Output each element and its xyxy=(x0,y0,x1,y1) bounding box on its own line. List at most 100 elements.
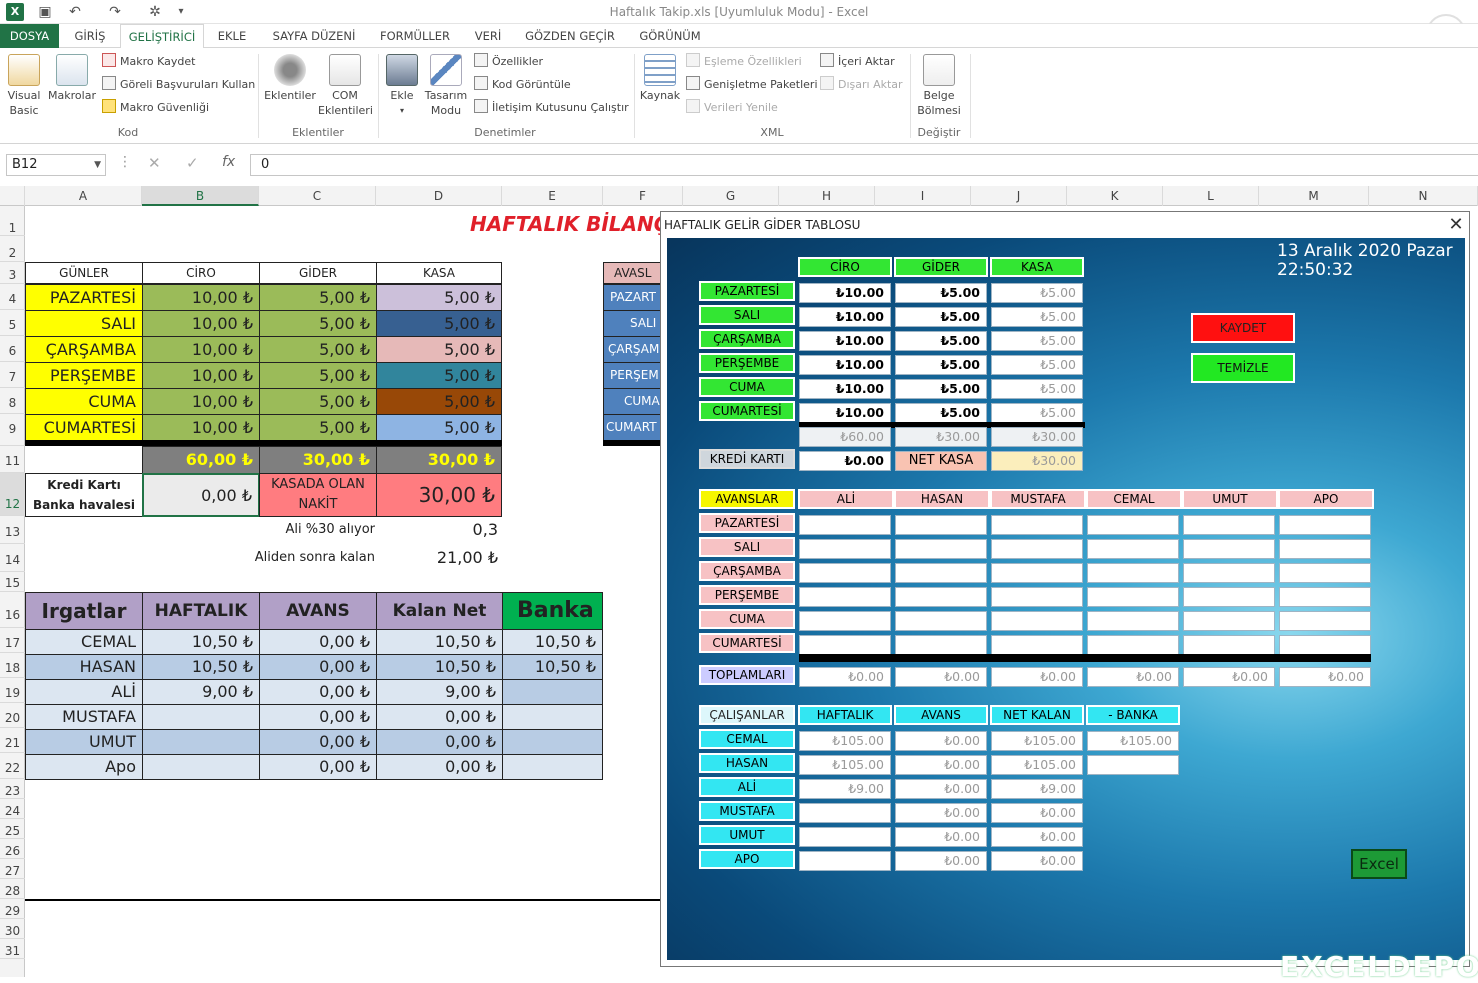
gider-cell[interactable]: 5,00 ₺ xyxy=(259,388,377,415)
kasa-output[interactable]: ₺5.00 xyxy=(991,403,1083,423)
worker-haftalik-output[interactable] xyxy=(799,827,891,847)
avans-input[interactable] xyxy=(1279,539,1371,559)
avans-total-output[interactable]: ₺0.00 xyxy=(895,667,987,687)
row-header[interactable]: 21 xyxy=(0,728,25,753)
worker-name-cell[interactable]: CEMAL xyxy=(25,629,143,655)
row-header[interactable]: 16 xyxy=(0,592,25,628)
formula-input[interactable]: 0 xyxy=(250,154,1478,176)
avans-input[interactable] xyxy=(991,635,1083,655)
row-header[interactable]: 23 xyxy=(0,779,25,799)
kasa-output[interactable]: ₺5.00 xyxy=(991,355,1083,375)
kaydet-button[interactable]: KAYDET xyxy=(1191,313,1295,343)
excel-button[interactable]: Excel xyxy=(1351,849,1407,879)
workers-header-kalan[interactable]: Kalan Net xyxy=(376,592,503,630)
avans-day-cell[interactable]: PERŞEM xyxy=(603,362,663,389)
avans-input[interactable] xyxy=(799,635,891,655)
header-gunler[interactable]: GÜNLER xyxy=(25,262,143,284)
ciro-cell[interactable]: 10,00 ₺ xyxy=(142,414,260,441)
avans-input[interactable] xyxy=(991,539,1083,559)
visual-basic-button[interactable]: Visual Basic xyxy=(2,50,46,118)
ali-rate-label[interactable]: Ali %30 alıyor xyxy=(259,522,375,537)
ciro-input[interactable]: ₺10.00 xyxy=(799,355,891,375)
name-box-dropdown-icon[interactable]: ▼ xyxy=(94,155,101,175)
tab-giris[interactable]: GİRİŞ xyxy=(66,24,114,48)
gider-input[interactable]: ₺5.00 xyxy=(895,379,987,399)
row-header[interactable]: 11 xyxy=(0,446,25,473)
insert-control-button[interactable]: Ekle ▾ xyxy=(382,50,422,118)
row-header[interactable]: 24 xyxy=(0,799,25,819)
worker-name-cell[interactable]: Apo xyxy=(25,754,143,780)
kasa-output[interactable]: ₺5.00 xyxy=(991,331,1083,351)
gider-cell[interactable]: 5,00 ₺ xyxy=(259,336,377,363)
after-ali-value[interactable]: 21,00 ₺ xyxy=(376,548,498,567)
avans-input[interactable] xyxy=(895,515,987,535)
worker-avans-output[interactable]: ₺0.00 xyxy=(895,827,987,847)
row-header[interactable]: 1 xyxy=(0,206,25,236)
tab-sayfa-duzeni[interactable]: SAYFA DÜZENİ xyxy=(266,24,362,48)
avans-input[interactable] xyxy=(1279,635,1371,655)
row-header[interactable]: 2 xyxy=(0,236,25,262)
header-kasa[interactable]: KASA xyxy=(376,262,502,284)
worker-avans-cell[interactable]: 0,00 ₺ xyxy=(259,704,377,730)
worker-haftalik-cell[interactable]: 10,50 ₺ xyxy=(142,654,260,680)
worker-avans-output[interactable]: ₺0.00 xyxy=(895,803,987,823)
gider-input[interactable]: ₺5.00 xyxy=(895,331,987,351)
total-ciro-cell[interactable]: 60,00 ₺ xyxy=(142,446,260,474)
avans-input[interactable] xyxy=(799,563,891,583)
column-header[interactable]: M xyxy=(1259,186,1369,206)
row-header[interactable]: 20 xyxy=(0,703,25,728)
avans-input[interactable] xyxy=(799,587,891,607)
avans-input[interactable] xyxy=(1279,611,1371,631)
avans-total-output[interactable]: ₺0.00 xyxy=(1087,667,1179,687)
worker-kalan-cell[interactable]: 9,00 ₺ xyxy=(376,679,503,705)
gider-cell[interactable]: 5,00 ₺ xyxy=(259,284,377,311)
worker-net-output[interactable]: ₺0.00 xyxy=(991,827,1083,847)
avans-input[interactable] xyxy=(1279,563,1371,583)
export-button[interactable]: Dışarı Aktar xyxy=(820,75,903,95)
worker-banka-cell[interactable] xyxy=(502,679,603,705)
ciro-cell[interactable]: 10,00 ₺ xyxy=(142,284,260,311)
worker-banka-cell[interactable] xyxy=(502,704,603,730)
column-header[interactable]: G xyxy=(683,186,779,206)
ciro-input[interactable]: ₺10.00 xyxy=(799,331,891,351)
run-dialog-button[interactable]: İletişim Kutusunu Çalıştır xyxy=(474,98,629,118)
gider-input[interactable]: ₺5.00 xyxy=(895,307,987,327)
worker-avans-output[interactable]: ₺0.00 xyxy=(895,779,987,799)
worker-haftalik-output[interactable]: ₺105.00 xyxy=(799,731,891,751)
kasa-cell[interactable]: 5,00 ₺ xyxy=(376,414,502,441)
gider-input[interactable]: ₺5.00 xyxy=(895,355,987,375)
net-kasa-output[interactable]: ₺30.00 xyxy=(991,451,1083,471)
tab-formuller[interactable]: FORMÜLLER xyxy=(374,24,456,48)
day-name-cell[interactable]: ÇARŞAMBA xyxy=(25,336,143,363)
avans-input[interactable] xyxy=(1183,563,1275,583)
avans-input[interactable] xyxy=(1087,587,1179,607)
ciro-cell[interactable]: 10,00 ₺ xyxy=(142,336,260,363)
ali-rate-value[interactable]: 0,3 xyxy=(376,520,498,539)
worker-name-cell[interactable]: MUSTAFA xyxy=(25,704,143,730)
day-name-cell[interactable]: PERŞEMBE xyxy=(25,362,143,389)
worker-kalan-cell[interactable]: 0,00 ₺ xyxy=(376,754,503,780)
total-gider-output[interactable]: ₺30.00 xyxy=(895,427,987,447)
worker-avans-cell[interactable]: 0,00 ₺ xyxy=(259,729,377,755)
kredi-karti-input[interactable]: ₺0.00 xyxy=(799,451,891,471)
row-header[interactable]: 27 xyxy=(0,859,25,879)
column-header[interactable]: N xyxy=(1369,186,1478,206)
worker-avans-cell[interactable]: 0,00 ₺ xyxy=(259,679,377,705)
worker-name-cell[interactable]: HASAN xyxy=(25,654,143,680)
avans-input[interactable] xyxy=(1183,635,1275,655)
row-header[interactable]: 8 xyxy=(0,388,25,414)
worker-banka-cell[interactable] xyxy=(502,729,603,755)
worker-haftalik-cell[interactable]: 9,00 ₺ xyxy=(142,679,260,705)
ciro-input[interactable]: ₺10.00 xyxy=(799,403,891,423)
worker-net-output[interactable]: ₺105.00 xyxy=(991,731,1083,751)
kasa-cell[interactable]: 5,00 ₺ xyxy=(376,388,502,415)
worker-banka-cell[interactable] xyxy=(502,754,603,780)
relative-refs-button[interactable]: Göreli Başvuruları Kullan xyxy=(102,75,255,95)
avans-input[interactable] xyxy=(991,587,1083,607)
tab-dosya[interactable]: DOSYA xyxy=(0,24,59,48)
avans-day-cell[interactable]: CUMA xyxy=(603,388,663,415)
row-header[interactable]: 6 xyxy=(0,336,25,362)
gider-input[interactable]: ₺5.00 xyxy=(895,403,987,423)
column-header[interactable]: K xyxy=(1067,186,1163,206)
column-header[interactable]: B xyxy=(142,186,259,206)
